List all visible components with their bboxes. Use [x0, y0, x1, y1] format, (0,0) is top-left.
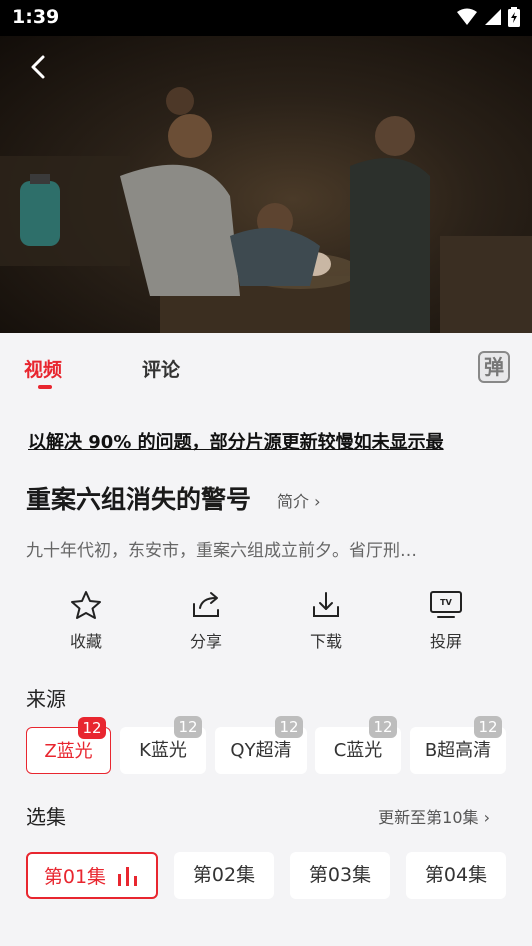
share-button[interactable]: 分享 — [161, 590, 251, 652]
download-icon — [313, 592, 339, 617]
source-label: C蓝光 — [333, 740, 383, 761]
source-chip[interactable]: C蓝光 12 — [315, 716, 401, 774]
notice-marquee: 以解决 90% 的问题，部分片源更新较慢如未显示最 — [28, 432, 444, 453]
tab-comment[interactable]: 评论 — [142, 355, 180, 382]
share-label: 分享 — [189, 632, 222, 651]
source-chip[interactable]: QY超清 12 — [215, 716, 307, 774]
wifi-icon — [457, 8, 477, 25]
cast-button[interactable]: TV 投屏 — [401, 590, 491, 652]
tv-cast-icon: TV — [430, 591, 462, 618]
source-label: Z蓝光 — [44, 741, 93, 762]
source-badge: 12 — [78, 717, 106, 739]
back-icon[interactable] — [24, 52, 54, 82]
download-label: 下载 — [309, 632, 342, 651]
favorite-button[interactable]: 收藏 — [41, 590, 131, 652]
danmaku-toggle-button[interactable]: 弹 — [478, 351, 510, 383]
episode-label: 第02集 — [192, 864, 256, 886]
source-label: QY超清 — [230, 740, 292, 761]
source-badge: 12 — [369, 716, 397, 738]
source-label: B超高清 — [424, 740, 492, 761]
episode-chip[interactable]: 第04集 — [406, 852, 506, 899]
tab-bar: 视频 评论 弹 — [0, 333, 532, 395]
sources-title: 来源 — [26, 687, 66, 711]
status-icons — [456, 7, 520, 27]
signal-icon — [485, 9, 501, 25]
cast-label: 投屏 — [429, 632, 462, 651]
episodes-update-link[interactable]: 更新至第10集 › — [378, 804, 490, 828]
intro-link[interactable]: 简介 › — [277, 488, 321, 512]
episodes-title: 选集 — [26, 805, 66, 829]
source-label: K蓝光 — [139, 740, 187, 761]
status-bar: 1:39 — [0, 0, 532, 36]
tab-active-indicator — [38, 385, 52, 389]
show-title: 重案六组消失的警号 — [26, 485, 252, 514]
episode-label: 第04集 — [424, 864, 488, 886]
episode-chip[interactable]: 第01集 — [26, 852, 158, 899]
action-bar: 收藏 分享 下载 TV 投屏 — [0, 590, 532, 652]
source-badge: 12 — [474, 716, 502, 738]
episode-chip[interactable]: 第03集 — [290, 852, 390, 899]
source-chip[interactable]: B超高清 12 — [410, 716, 506, 774]
video-player[interactable] — [0, 36, 532, 333]
episode-label: 第03集 — [308, 864, 372, 886]
svg-text:TV: TV — [440, 598, 452, 607]
episode-label: 第01集 — [43, 866, 107, 888]
star-icon — [71, 591, 101, 619]
source-chip[interactable]: Z蓝光 12 — [26, 717, 111, 774]
battery-icon — [508, 7, 520, 27]
tab-video[interactable]: 视频 — [24, 355, 62, 382]
status-time: 1:39 — [12, 6, 60, 28]
show-description: 九十年代初，东安市，重案六组成立前夕。省厅刑… — [26, 541, 417, 561]
source-chip[interactable]: K蓝光 12 — [120, 716, 206, 774]
download-button[interactable]: 下载 — [281, 590, 371, 652]
video-frame-image — [0, 87, 532, 333]
share-icon — [193, 592, 219, 617]
source-badge: 12 — [275, 716, 303, 738]
favorite-label: 收藏 — [69, 632, 102, 651]
source-badge: 12 — [174, 716, 202, 738]
episode-chip[interactable]: 第02集 — [174, 852, 274, 899]
playing-bars-icon — [118, 867, 138, 886]
